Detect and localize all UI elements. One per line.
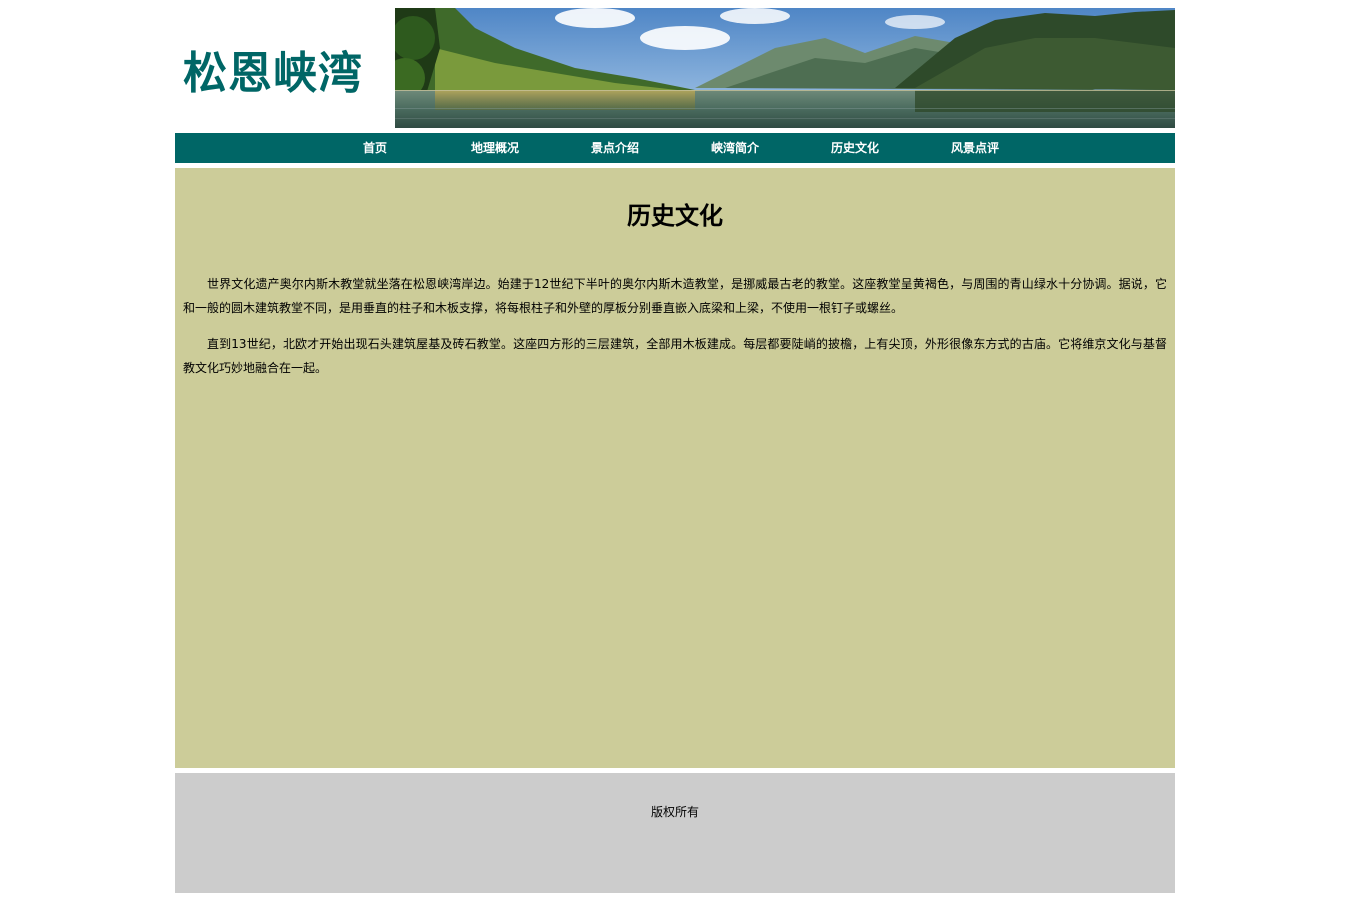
page: 松恩峡湾 首页 地理概况 景点介绍 峡湾简介 历史文化 风景点评 历史文化 世界… bbox=[175, 0, 1175, 901]
nav-item-home[interactable]: 首页 bbox=[315, 133, 435, 163]
copyright-text: 版权所有 bbox=[650, 805, 699, 819]
banner-image bbox=[395, 8, 1175, 128]
main-nav: 首页 地理概况 景点介绍 峡湾简介 历史文化 风景点评 bbox=[175, 133, 1175, 163]
nav-item-geography[interactable]: 地理概况 bbox=[435, 133, 555, 163]
page-title: 历史文化 bbox=[627, 202, 723, 230]
nav-item-fjord-intro[interactable]: 峡湾简介 bbox=[675, 133, 795, 163]
article-body: 世界文化遗产奥尔内斯木教堂就坐落在松恩峡湾岸边。始建于12世纪下半叶的奥尔内斯木… bbox=[183, 272, 1167, 392]
site-title: 松恩峡湾 bbox=[183, 48, 363, 99]
nav-item-reviews[interactable]: 风景点评 bbox=[915, 133, 1035, 163]
paragraph: 直到13世纪，北欧才开始出现石头建筑屋基及砖石教堂。这座四方形的三层建筑，全部用… bbox=[183, 337, 1167, 375]
footer: 版权所有 bbox=[175, 773, 1175, 893]
header: 松恩峡湾 bbox=[175, 8, 1175, 128]
main-content: 历史文化 世界文化遗产奥尔内斯木教堂就坐落在松恩峡湾岸边。始建于12世纪下半叶的… bbox=[175, 168, 1175, 768]
nav-item-attractions[interactable]: 景点介绍 bbox=[555, 133, 675, 163]
nav-item-history-culture[interactable]: 历史文化 bbox=[795, 133, 915, 163]
paragraph: 世界文化遗产奥尔内斯木教堂就坐落在松恩峡湾岸边。始建于12世纪下半叶的奥尔内斯木… bbox=[183, 277, 1167, 315]
